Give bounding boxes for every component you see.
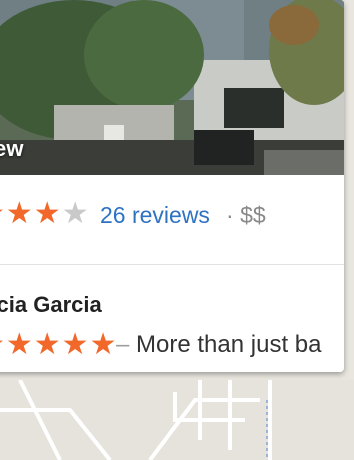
rating-stars: ★★★★ <box>0 196 90 232</box>
divider <box>0 264 344 265</box>
rating-row: ★★★★ 26 reviews · $$ <box>0 196 344 236</box>
price-value: $$ <box>240 202 266 228</box>
review-dash: – <box>116 331 130 358</box>
reviewer-name: rcia Garcia <box>0 292 102 317</box>
price-separator: · <box>226 202 234 228</box>
place-card[interactable]: ew ★★★★ 26 reviews · $$ rcia Garcia ★★★★… <box>0 0 344 372</box>
price-level: · $$ <box>226 202 266 229</box>
empty-star-icon: ★ <box>61 197 90 230</box>
reviews-link[interactable]: 26 reviews <box>100 202 210 229</box>
review-text: More than just ba <box>136 331 322 358</box>
street-view-label: ew <box>0 136 24 161</box>
review-snippet: – More than just ba <box>116 331 321 359</box>
street-view-photo[interactable]: ew <box>0 0 344 175</box>
filled-stars: ★★★ <box>0 197 62 230</box>
map-background[interactable] <box>0 380 354 460</box>
review-stars: ★★★★★ <box>0 328 118 361</box>
